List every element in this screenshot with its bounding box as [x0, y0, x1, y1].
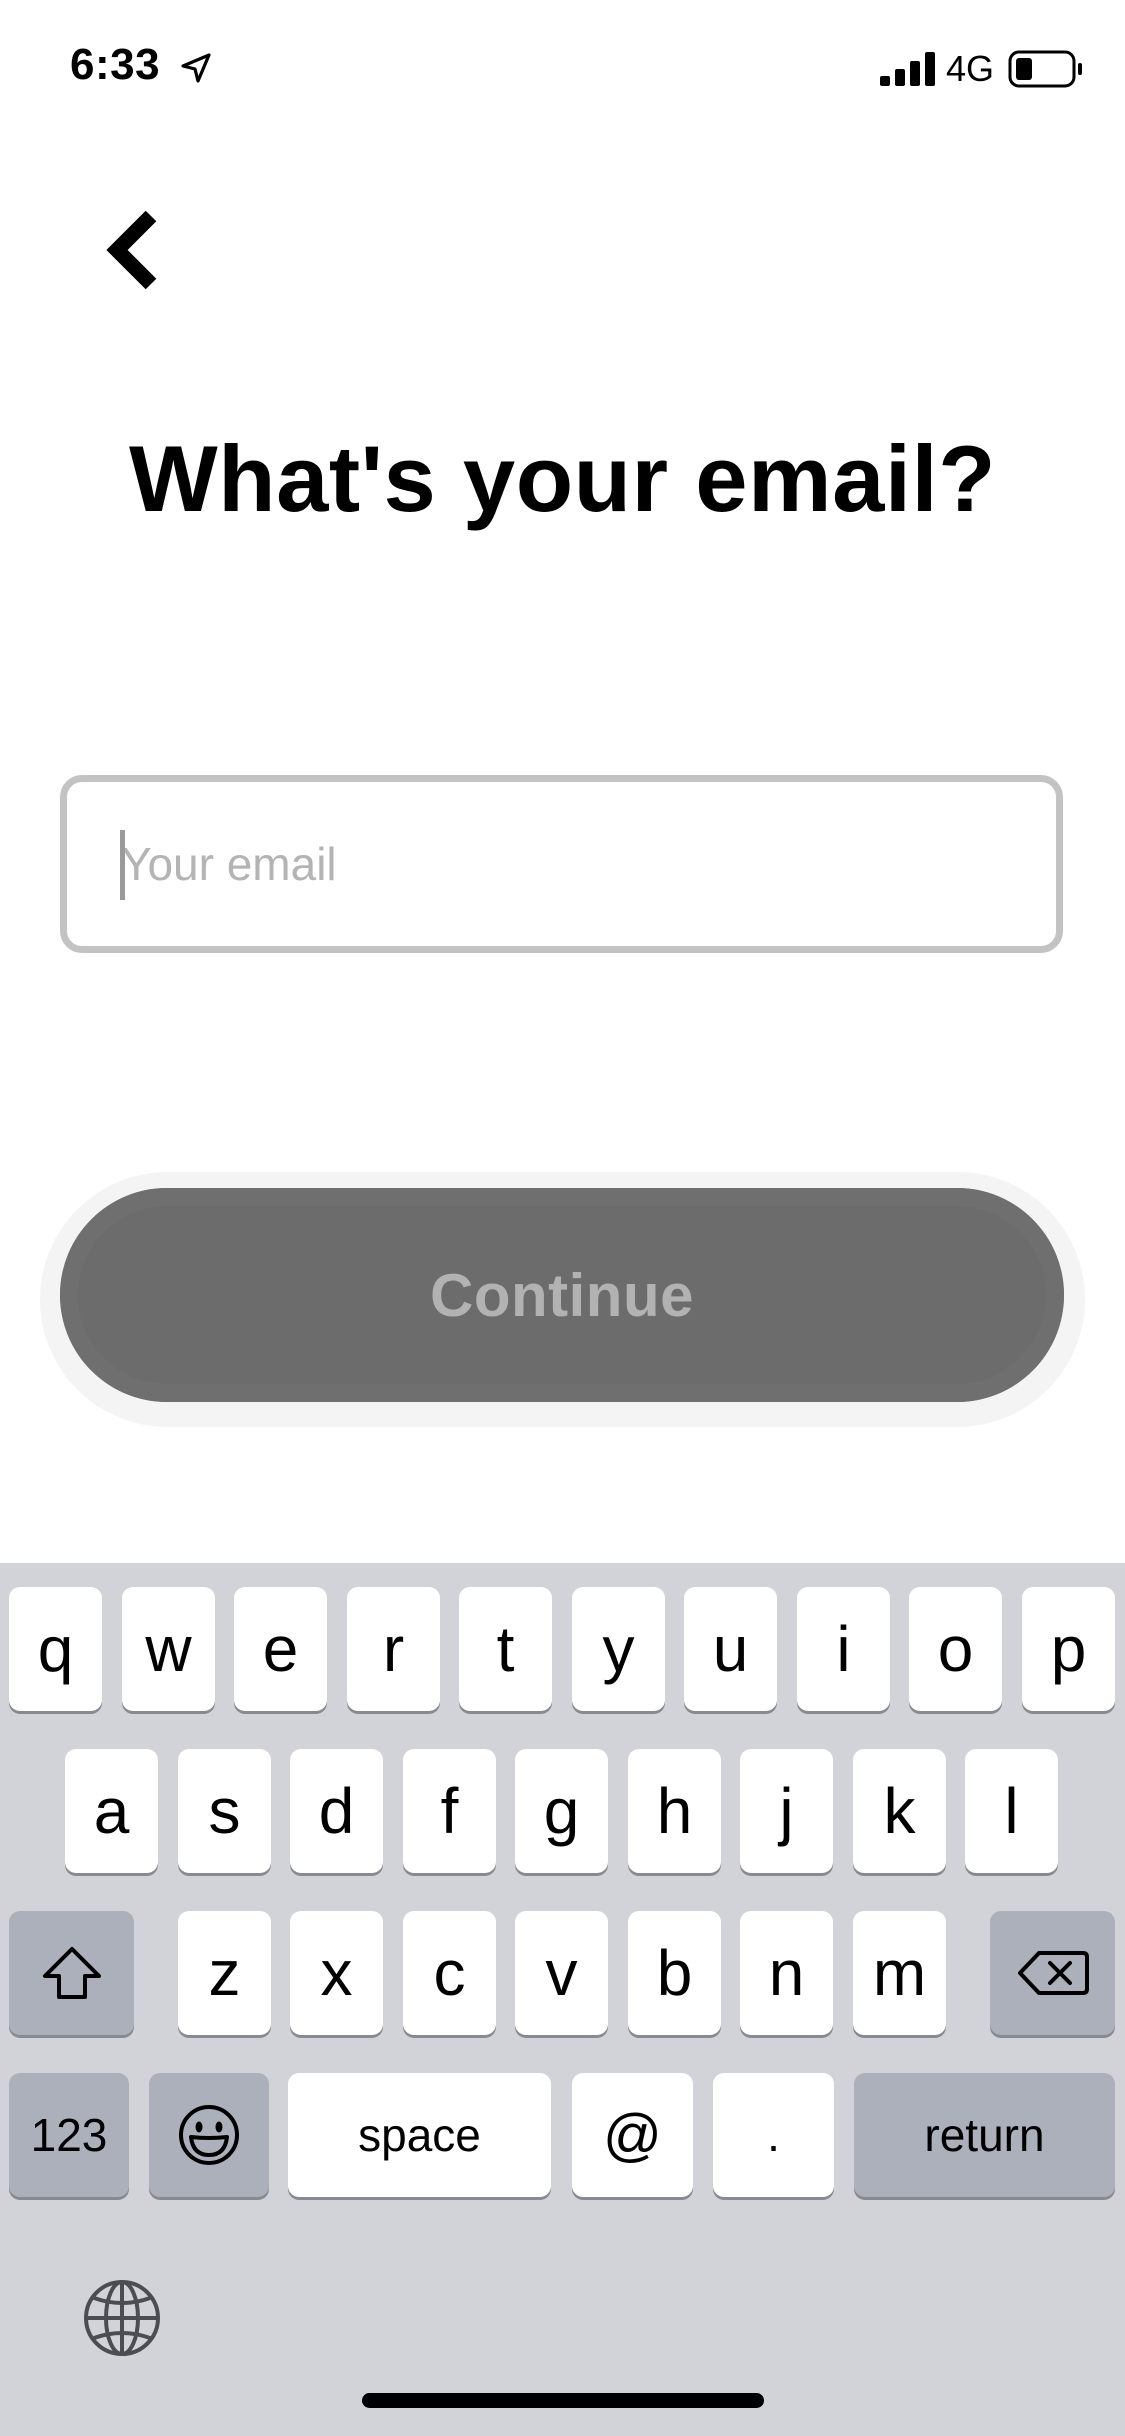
page-title: What's your email?: [128, 426, 997, 531]
delete-key[interactable]: [990, 1911, 1115, 2035]
home-indicator: [362, 2393, 764, 2408]
key-s[interactable]: s: [178, 1749, 271, 1873]
continue-button[interactable]: Continue: [60, 1188, 1064, 1402]
key-f[interactable]: f: [403, 1749, 496, 1873]
status-time: 6:33: [70, 40, 161, 89]
key-t[interactable]: t: [459, 1587, 552, 1711]
email-input[interactable]: [67, 782, 1056, 946]
continue-label: Continue: [430, 1261, 694, 1329]
emoji-icon: [179, 2105, 239, 2165]
key-g[interactable]: g: [515, 1749, 608, 1873]
network-type-label: 4G: [946, 48, 995, 89]
return-key[interactable]: return: [854, 2073, 1115, 2197]
globe-icon[interactable]: [82, 2278, 162, 2358]
key-m[interactable]: m: [853, 1911, 946, 2035]
key-l[interactable]: l: [965, 1749, 1058, 1873]
key-y[interactable]: y: [572, 1587, 665, 1711]
numbers-key[interactable]: 123: [9, 2073, 129, 2197]
status-bar: 6:33 4G: [0, 0, 1125, 140]
key-q[interactable]: q: [9, 1587, 102, 1711]
at-key[interactable]: @: [572, 2073, 693, 2197]
key-i[interactable]: i: [797, 1587, 890, 1711]
key-z[interactable]: z: [178, 1911, 271, 2035]
key-v[interactable]: v: [515, 1911, 608, 2035]
signal-bars-icon: [880, 52, 935, 86]
emoji-key[interactable]: [149, 2073, 269, 2197]
battery-icon: [1008, 50, 1082, 88]
key-j[interactable]: j: [740, 1749, 833, 1873]
key-h[interactable]: h: [628, 1749, 721, 1873]
key-d[interactable]: d: [290, 1749, 383, 1873]
key-c[interactable]: c: [403, 1911, 496, 2035]
key-b[interactable]: b: [628, 1911, 721, 2035]
key-r[interactable]: r: [347, 1587, 440, 1711]
text-caret: [120, 830, 125, 900]
location-arrow-icon: [181, 53, 211, 83]
dot-key[interactable]: .: [713, 2073, 834, 2197]
back-button[interactable]: [88, 205, 178, 295]
shift-key[interactable]: [9, 1911, 134, 2035]
key-w[interactable]: w: [122, 1587, 215, 1711]
key-n[interactable]: n: [740, 1911, 833, 2035]
key-e[interactable]: e: [234, 1587, 327, 1711]
email-field[interactable]: [60, 775, 1063, 953]
key-a[interactable]: a: [65, 1749, 158, 1873]
key-x[interactable]: x: [290, 1911, 383, 2035]
key-u[interactable]: u: [684, 1587, 777, 1711]
delete-icon: [1017, 1951, 1089, 1995]
key-o[interactable]: o: [909, 1587, 1002, 1711]
chevron-left-icon: [106, 210, 157, 290]
space-key[interactable]: space: [288, 2073, 551, 2197]
shift-icon: [42, 1947, 101, 1999]
key-k[interactable]: k: [853, 1749, 946, 1873]
key-p[interactable]: p: [1022, 1587, 1115, 1711]
